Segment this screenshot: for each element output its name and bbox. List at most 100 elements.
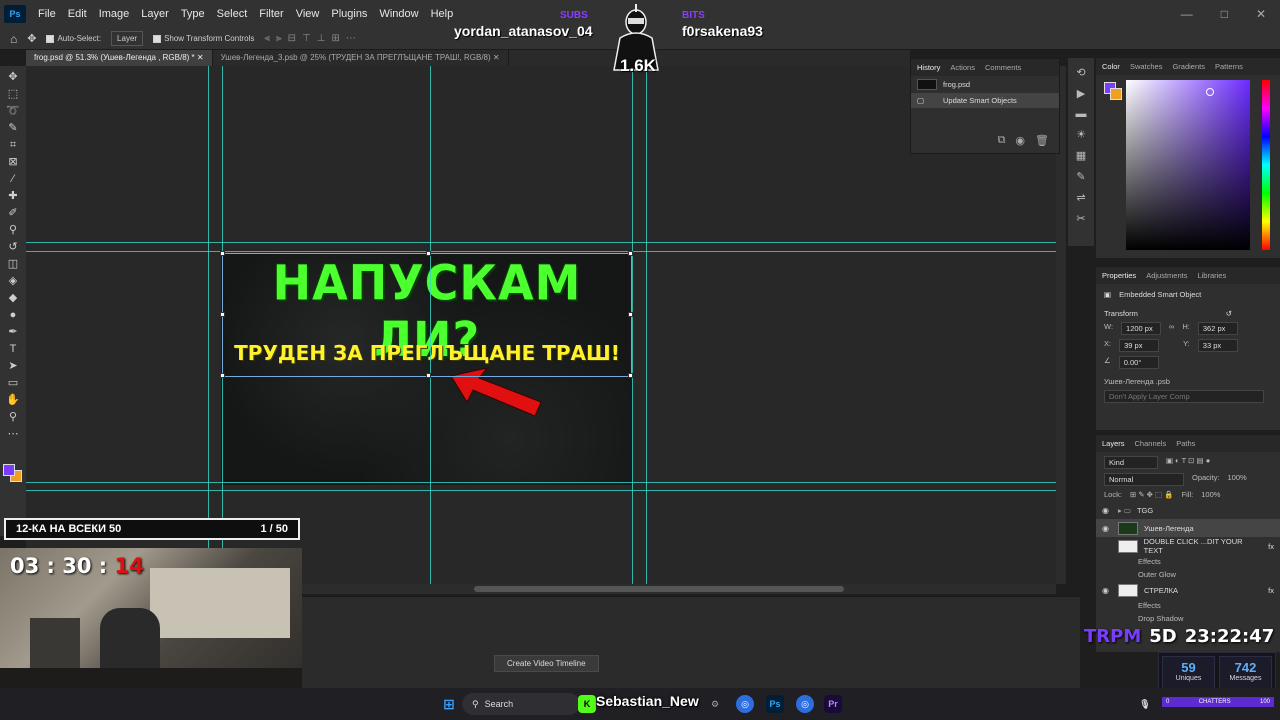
transform-handle[interactable] xyxy=(628,251,633,256)
home-icon[interactable]: ⌂ xyxy=(10,32,17,46)
tab-comments[interactable]: Comments xyxy=(985,63,1021,72)
hand-tool-icon[interactable]: ✋ xyxy=(5,393,21,407)
effect-item[interactable]: Outer Glow xyxy=(1096,568,1280,581)
transform-handle[interactable] xyxy=(628,373,633,378)
color-bg-chip[interactable] xyxy=(1110,88,1122,100)
height-field[interactable]: 362 px xyxy=(1197,322,1238,335)
menu-layer[interactable]: Layer xyxy=(135,8,175,20)
transform-handle[interactable] xyxy=(220,251,225,256)
eraser-tool-icon[interactable]: ◫ xyxy=(5,257,21,271)
levels-icon[interactable]: ▦ xyxy=(1076,149,1086,162)
tab-gradients[interactable]: Gradients xyxy=(1172,62,1205,71)
brush-settings-icon[interactable]: ✎ xyxy=(1076,170,1085,183)
comment-icon[interactable]: ▬ xyxy=(1076,108,1087,120)
layer-comp-dropdown[interactable]: Don't Apply Layer Comp xyxy=(1104,390,1264,403)
adjustments-icon[interactable]: ⇌ xyxy=(1076,191,1085,204)
history-state[interactable]: ▢ Update Smart Objects xyxy=(911,93,1059,108)
camera-snapshot-icon[interactable]: ◉ xyxy=(1015,134,1025,147)
type-tool-icon[interactable]: T xyxy=(5,342,21,356)
premiere-icon[interactable]: Pr xyxy=(824,695,842,713)
layer-row[interactable]: DOUBLE CLICK ...DIT YOUR TEXT fx xyxy=(1096,537,1280,555)
menu-window[interactable]: Window xyxy=(373,8,424,20)
eye-icon[interactable]: ◉ xyxy=(1102,524,1112,533)
tab-channels[interactable]: Channels xyxy=(1135,439,1167,448)
foreground-color-swatch[interactable] xyxy=(3,464,15,476)
microphone-icon[interactable]: 🎙 xyxy=(1136,695,1154,713)
fill-value[interactable]: 100% xyxy=(1201,490,1220,499)
menu-filter[interactable]: Filter xyxy=(253,8,289,20)
menu-image[interactable]: Image xyxy=(93,8,136,20)
eye-icon[interactable]: ◉ xyxy=(1102,586,1112,595)
fx-icon[interactable]: fx xyxy=(1268,586,1274,595)
auto-select-toggle[interactable]: Auto-Select: xyxy=(46,34,101,43)
width-field[interactable]: 1200 px xyxy=(1121,322,1162,335)
pen-tool-icon[interactable]: ✒ xyxy=(5,325,21,339)
transform-handle[interactable] xyxy=(426,251,431,256)
reset-transform-icon[interactable]: ↺ xyxy=(1226,309,1232,318)
tab-paths[interactable]: Paths xyxy=(1176,439,1195,448)
y-field[interactable]: 33 px xyxy=(1197,339,1238,352)
photoshop-taskbar-icon[interactable]: Ps xyxy=(766,695,784,713)
chrome-icon[interactable]: ◎ xyxy=(736,695,754,713)
effect-item[interactable]: Drop Shadow xyxy=(1096,612,1280,625)
canvas-area[interactable]: НАПУСКАМ ЛИ? ТРУДЕН ЗА ПРЕГЛЪЩАНЕ ТРАШ! xyxy=(26,66,1056,584)
effects-row[interactable]: Effects xyxy=(1096,599,1280,612)
layer-filter-kind[interactable]: Kind xyxy=(1104,456,1158,469)
menu-select[interactable]: Select xyxy=(211,8,254,20)
lock-icons[interactable]: ⊞ ✎ ✥ ⬚ 🔒 xyxy=(1130,490,1174,499)
hue-slider[interactable] xyxy=(1262,80,1270,250)
menu-help[interactable]: Help xyxy=(425,8,460,20)
horizontal-scrollbar[interactable] xyxy=(300,584,1056,594)
settings-icon[interactable]: ⚙ xyxy=(706,695,724,713)
stamp-tool-icon[interactable]: ⚲ xyxy=(5,223,21,237)
tab-adjustments[interactable]: Adjustments xyxy=(1146,271,1187,280)
color-picker-field[interactable] xyxy=(1126,80,1250,250)
tab-libraries[interactable]: Libraries xyxy=(1197,271,1226,280)
new-document-from-state-icon[interactable]: ⧉ xyxy=(998,134,1006,147)
tab-actions[interactable]: Actions xyxy=(950,63,975,72)
move-tool-icon[interactable]: ✥ xyxy=(27,32,36,45)
layer-group[interactable]: ◉ ▸ ▭ TGG xyxy=(1096,501,1280,519)
menu-view[interactable]: View xyxy=(290,8,326,20)
tab-properties[interactable]: Properties xyxy=(1102,271,1136,280)
crop-tool-icon[interactable]: ⌗ xyxy=(5,138,21,152)
dodge-tool-icon[interactable]: ● xyxy=(5,308,21,322)
tools-icon[interactable]: ✂ xyxy=(1076,212,1085,225)
filter-icons[interactable]: ▣ ◐ T ⊡ ▤ ● xyxy=(1166,456,1210,469)
taskbar-search[interactable]: ⚲ Search xyxy=(462,693,580,715)
opacity-value[interactable]: 100% xyxy=(1228,473,1247,486)
maximize-button[interactable]: □ xyxy=(1221,7,1228,21)
blend-mode-dropdown[interactable]: Normal xyxy=(1104,473,1184,486)
history-brush-tool-icon[interactable]: ↺ xyxy=(5,240,21,254)
transform-bounding-box[interactable] xyxy=(220,251,633,378)
windows-start-icon[interactable]: ⊞ xyxy=(440,695,458,713)
color-picker-cursor[interactable] xyxy=(1206,88,1214,96)
tab-layers[interactable]: Layers xyxy=(1102,439,1125,448)
marquee-tool-icon[interactable]: ⬚ xyxy=(5,87,21,101)
doc-tab-frog[interactable]: frog.psd @ 51.3% (Ушев-Легенда , RGB/8) … xyxy=(26,50,213,66)
transform-handle[interactable] xyxy=(220,373,225,378)
eyedropper-tool-icon[interactable]: ⁄ xyxy=(5,172,21,186)
path-select-tool-icon[interactable]: ➤ xyxy=(5,359,21,373)
frame-tool-icon[interactable]: ⊠ xyxy=(5,155,21,169)
blur-tool-icon[interactable]: ◆ xyxy=(5,291,21,305)
tab-swatches[interactable]: Swatches xyxy=(1130,62,1163,71)
tab-color[interactable]: Color xyxy=(1102,62,1120,71)
menu-plugins[interactable]: Plugins xyxy=(325,8,373,20)
zoom-tool-icon[interactable]: ⚲ xyxy=(5,410,21,424)
link-icon[interactable]: ∞ xyxy=(1169,322,1174,335)
brightness-icon[interactable]: ☀ xyxy=(1076,128,1086,141)
create-video-timeline-button[interactable]: Create Video Timeline xyxy=(494,655,599,672)
close-window-button[interactable]: ✕ xyxy=(1256,7,1266,21)
bucket-tool-icon[interactable]: ◈ xyxy=(5,274,21,288)
transform-handle[interactable] xyxy=(220,312,225,317)
layer-row[interactable]: ◉ Ушев-Легенда xyxy=(1096,519,1280,537)
effects-row[interactable]: Effects xyxy=(1096,555,1280,568)
show-transform-toggle[interactable]: Show Transform Controls xyxy=(153,34,254,43)
kick-app-icon[interactable]: K xyxy=(578,695,596,713)
menu-file[interactable]: File xyxy=(32,8,62,20)
quick-select-tool-icon[interactable]: ✎ xyxy=(5,121,21,135)
more-tools-icon[interactable]: ⋯ xyxy=(5,427,21,441)
layer-row[interactable]: ◉ СТРЕЛКА fx xyxy=(1096,581,1280,599)
shape-tool-icon[interactable]: ▭ xyxy=(5,376,21,390)
